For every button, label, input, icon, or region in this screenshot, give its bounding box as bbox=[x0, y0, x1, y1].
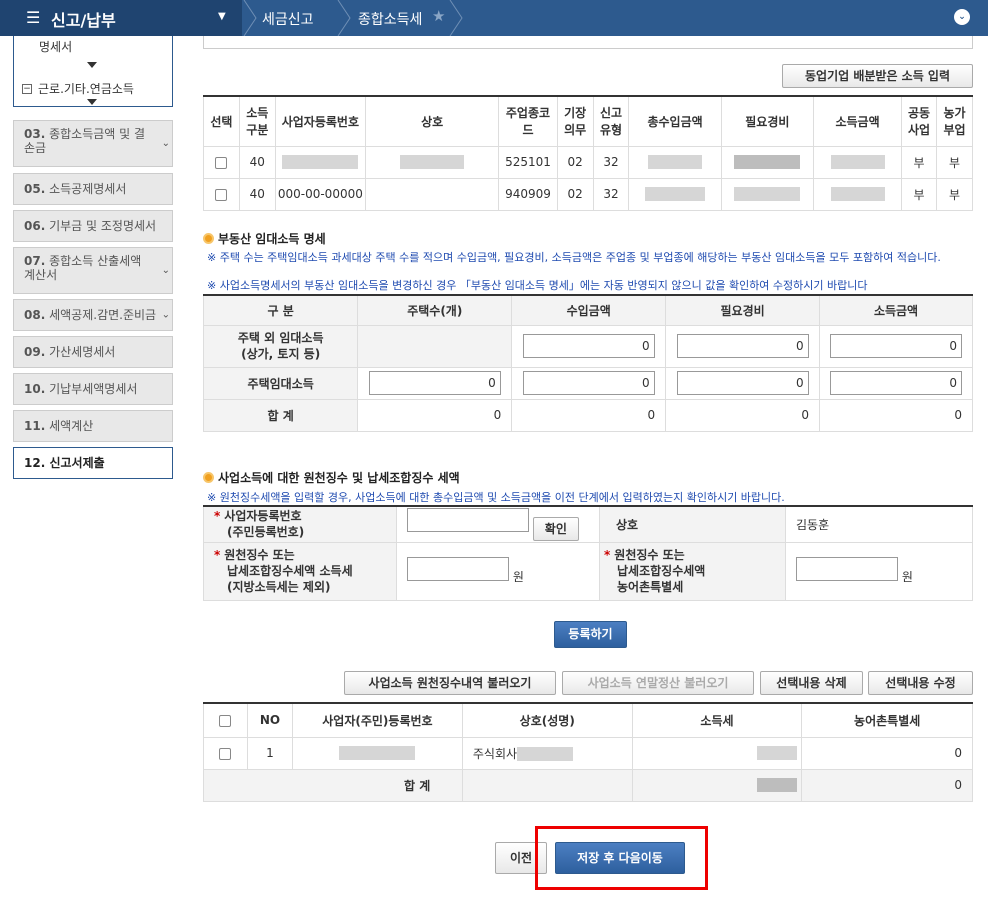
favorite-star-icon[interactable]: ★ bbox=[432, 7, 445, 25]
sidebar-item-11[interactable]: 11. 세액계산 bbox=[13, 410, 173, 442]
withholding-section-title: 사업소득에 대한 원천징수 및 납세조합징수 세액 bbox=[203, 469, 460, 486]
masked-value bbox=[757, 746, 798, 761]
sidebar-sub-item[interactable]: 근로.기타.연금소득 bbox=[38, 80, 134, 97]
rural-tax-input[interactable] bbox=[796, 557, 898, 581]
menu-title: 신고/납부 bbox=[51, 11, 116, 30]
table-row: 40 525101 02 32 부 부 bbox=[203, 145, 973, 179]
masked-value bbox=[757, 778, 798, 793]
previous-section-box bbox=[203, 36, 973, 49]
table-row: 40 000-00-00000 940909 02 32 부 부 bbox=[203, 177, 973, 211]
business-income-table: 선택 소득구분 사업자등록번호 상호 주업종코드 기장의무 신고유형 총수입금액… bbox=[203, 95, 973, 211]
non-housing-income-input[interactable]: 0 bbox=[522, 334, 655, 358]
section-bullet-icon bbox=[203, 233, 214, 244]
breadcrumb-separator-icon bbox=[449, 0, 463, 36]
masked-value bbox=[830, 155, 885, 170]
non-housing-net-input[interactable]: 0 bbox=[830, 334, 963, 358]
housing-income-input[interactable]: 0 bbox=[522, 371, 655, 395]
main-menu-button[interactable]: ☰ 신고/납부 ▼ bbox=[0, 0, 242, 36]
masked-value bbox=[282, 155, 359, 170]
coop-income-input-button[interactable]: 동업기업 배분받은 소득 입력 bbox=[782, 64, 973, 88]
company-name-value: 김동훈 bbox=[785, 505, 973, 543]
withholding-list-table: NO 사업자(주민)등록번호 상호(성명) 소득세 농어촌특별세 1 주식회사 … bbox=[203, 702, 973, 802]
breadcrumb-item-tax-report[interactable]: 세금신고 bbox=[262, 9, 314, 29]
total-row: 합 계 0 0 0 0 bbox=[202, 398, 973, 432]
sidebar-item-08[interactable]: 08. 세액공제.감면.준비금 ⌄ bbox=[13, 299, 173, 331]
masked-value bbox=[339, 746, 416, 761]
real-estate-section-title: 부동산 임대소득 명세 bbox=[203, 230, 326, 247]
edit-selected-button[interactable]: 선택내용 수정 bbox=[868, 671, 973, 695]
breadcrumb-separator-icon bbox=[337, 0, 351, 36]
sidebar-sub-text: 명세서 bbox=[39, 40, 73, 54]
housing-count-input[interactable]: 0 bbox=[368, 371, 501, 395]
real-estate-table: 구 분 주택수(개) 수입금액 필요경비 소득금액 주택 외 임대소득 (상가,… bbox=[202, 294, 973, 432]
sidebar-item-05[interactable]: 05. 소득공제명세서 bbox=[13, 173, 173, 205]
breadcrumb-separator-icon bbox=[243, 0, 257, 36]
masked-value bbox=[734, 155, 801, 170]
withholding-form-table: * 사업자등록번호 (주민등록번호) 확인 상호 김동훈 * 원천징수 또는 납세조… bbox=[203, 505, 973, 601]
masked-value bbox=[400, 155, 465, 170]
sidebar-item-12[interactable]: 12. 신고서제출 bbox=[13, 447, 173, 479]
table-header-row: NO 사업자(주민)등록번호 상호(성명) 소득세 농어촌특별세 bbox=[203, 702, 973, 738]
withholding-note: ※ 원천징수세액을 입력할 경우, 사업소득에 대한 총수입금액 및 소득금액을… bbox=[207, 491, 785, 504]
table-header-row: 구 분 주택수(개) 수입금액 필요경비 소득금액 bbox=[202, 294, 973, 326]
sidebar-item-03[interactable]: 03. 종합소득금액 및 결손금 ⌄ bbox=[13, 120, 173, 167]
business-regno-input[interactable] bbox=[407, 508, 529, 533]
chevron-down-icon: ⌄ bbox=[161, 264, 170, 276]
row-checkbox[interactable] bbox=[219, 747, 232, 760]
hamburger-icon: ☰ bbox=[26, 8, 41, 27]
sidebar-item-06[interactable]: 06. 기부금 및 조정명세서 bbox=[13, 210, 173, 242]
chevron-down-icon: ⌄ bbox=[161, 137, 170, 149]
expand-menu-icon[interactable]: ⌄ bbox=[954, 9, 970, 25]
section-bullet-icon bbox=[203, 472, 214, 483]
housing-expense-input[interactable]: 0 bbox=[676, 371, 809, 395]
top-navigation-bar: ☰ 신고/납부 ▼ 세금신고 종합소득세 ★ ⌄ bbox=[0, 0, 988, 36]
table-row: 주택임대소득 0 0 0 0 bbox=[202, 366, 973, 400]
masked-value bbox=[517, 747, 574, 761]
row-checkbox[interactable] bbox=[215, 156, 228, 169]
load-year-end-button[interactable]: 사업소득 연말정산 불러오기 bbox=[562, 671, 754, 695]
real-estate-note-1: ※ 주택 수는 주택임대소득 과세대상 주택 수를 적으며 수입금액, 필요경비… bbox=[207, 251, 941, 264]
register-button[interactable]: 등록하기 bbox=[554, 621, 627, 648]
table-row: 주택 외 임대소득 (상가, 토지 등) 0 0 0 bbox=[202, 324, 973, 368]
sidebar-item-10[interactable]: 10. 기납부세액명세서 bbox=[13, 373, 173, 405]
down-arrow-icon bbox=[87, 62, 97, 68]
down-arrow-icon bbox=[87, 99, 97, 105]
select-all-checkbox[interactable] bbox=[219, 714, 232, 727]
housing-net-input[interactable]: 0 bbox=[830, 371, 963, 395]
delete-selected-button[interactable]: 선택내용 삭제 bbox=[760, 671, 863, 695]
table-header-row: 선택 소득구분 사업자등록번호 상호 주업종코드 기장의무 신고유형 총수입금액… bbox=[203, 95, 973, 147]
masked-value bbox=[648, 155, 703, 170]
collapse-icon[interactable]: − bbox=[22, 84, 32, 94]
load-withholding-button[interactable]: 사업소득 원천징수내역 불러오기 bbox=[344, 671, 556, 695]
masked-value bbox=[645, 187, 706, 202]
highlight-box bbox=[535, 826, 708, 890]
real-estate-note-2: ※ 사업소득명세서의 부동산 임대소득을 변경하신 경우 「부동산 임대소득 명… bbox=[207, 279, 868, 292]
sidebar-sub-panel: 명세서 − 근로.기타.연금소득 bbox=[13, 36, 173, 107]
masked-value bbox=[734, 187, 801, 202]
non-housing-expense-input[interactable]: 0 bbox=[676, 334, 809, 358]
breadcrumb-item-income-tax[interactable]: 종합소득세 bbox=[358, 9, 422, 29]
masked-value bbox=[830, 187, 885, 202]
row-checkbox[interactable] bbox=[215, 188, 228, 201]
table-row: 1 주식회사 0 bbox=[203, 736, 973, 770]
caret-down-icon: ▼ bbox=[218, 11, 226, 22]
confirm-button[interactable]: 확인 bbox=[532, 517, 579, 542]
chevron-down-icon: ⌄ bbox=[161, 309, 170, 321]
sidebar-item-09[interactable]: 09. 가산세명세서 bbox=[13, 336, 173, 368]
sidebar-item-07[interactable]: 07. 종합소득 산출세액계산서 ⌄ bbox=[13, 247, 173, 294]
total-row: 합 계 0 bbox=[203, 768, 973, 802]
withholding-tax-input[interactable] bbox=[407, 557, 509, 581]
